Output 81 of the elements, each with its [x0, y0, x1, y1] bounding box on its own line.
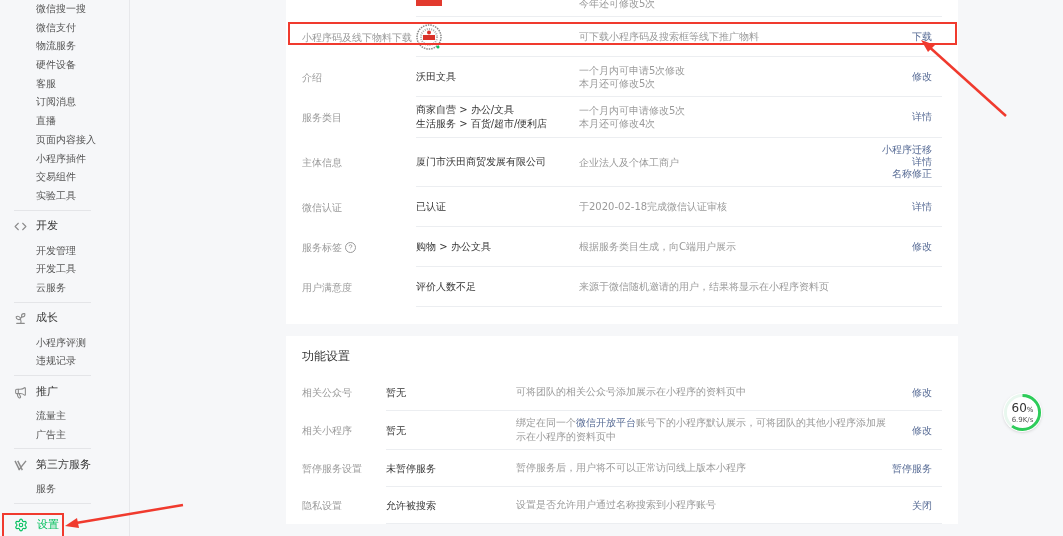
action-link[interactable]: 详情 — [912, 200, 932, 213]
sidebar-item[interactable]: 订阅消息 — [36, 93, 76, 113]
sidebar-item[interactable]: 开发管理 — [36, 241, 76, 261]
field-label: 主体信息 — [302, 156, 342, 170]
action-link[interactable]: 下载 — [912, 30, 932, 43]
field-value: 购物 > 办公文具 — [416, 239, 492, 254]
field-value: 生活服务 > 百货/超市/便利店 — [416, 117, 549, 131]
field-description: 本月还可修改4次 — [579, 117, 657, 130]
field-value: 暂无 — [386, 385, 407, 400]
sidebar-item[interactable]: 交易组件 — [36, 168, 76, 187]
section-title: 开发 — [36, 218, 58, 235]
field-label: 微信认证 — [302, 200, 342, 215]
qr-code-icon — [416, 23, 442, 50]
section-title: 成长 — [36, 310, 58, 327]
sidebar-section[interactable]: 第三方服务 — [14, 454, 91, 477]
field-description: 企业法人及个体工商户 — [579, 155, 680, 169]
field-label: 服务标签 — [302, 240, 342, 255]
sidebar-item[interactable]: 流量主 — [36, 407, 66, 426]
field-label: 隐私设置 — [302, 499, 343, 513]
field-label: 介绍 — [302, 70, 322, 85]
sidebar-item[interactable]: 直播 — [36, 112, 56, 131]
field-label: 相关公众号 — [302, 386, 353, 400]
field-description: 可将团队的相关公众号添加展示在小程序的资料页中 — [516, 385, 747, 399]
action-link[interactable]: 修改 — [912, 70, 932, 83]
field-label: 小程序码及线下物料下载 — [302, 30, 412, 45]
megaphone-icon — [14, 385, 27, 399]
field-value: 沃田文具 — [416, 69, 457, 84]
sidebar-section[interactable]: 开发 — [14, 215, 91, 238]
sidebar-item[interactable]: 客服 — [36, 74, 56, 94]
sidebar-item[interactable]: 实验工具 — [36, 186, 76, 206]
crossed-lines-icon — [14, 459, 27, 471]
field-value: 商家自营 > 办公/文具 — [416, 103, 516, 117]
sidebar-item[interactable]: 小程序评测 — [36, 333, 86, 353]
card-title: 功能设置 — [302, 348, 351, 365]
logo-image — [416, 0, 442, 6]
sidebar-item[interactable]: 微信搜一搜 — [36, 0, 86, 19]
sidebar-section[interactable]: 推广 — [14, 381, 91, 403]
field-description: 可下载小程序码及搜索框等线下推广物料 — [579, 30, 760, 43]
sidebar-item[interactable]: 小程序插件 — [36, 149, 86, 169]
sidebar-item[interactable]: 违规记录 — [36, 352, 76, 371]
highlight-frame — [2, 513, 64, 536]
sidebar-item[interactable]: 硬件设备 — [36, 56, 76, 75]
settings-icon — [14, 518, 28, 533]
sidebar-item[interactable]: 微信支付 — [36, 18, 76, 38]
section-title: 第三方服务 — [36, 457, 91, 474]
sidebar-item[interactable]: 云服务 — [36, 278, 66, 298]
field-description: 暂停服务后，用户将不可以正常访问线上版本小程序 — [516, 461, 747, 475]
sidebar-item[interactable]: 广告主 — [36, 425, 66, 445]
field-value: 已认证 — [416, 199, 447, 214]
action-link[interactable]: 详情 — [912, 156, 932, 168]
field-value: 评价人数不足 — [416, 279, 477, 294]
field-description: 设置是否允许用户通过名称搜索到小程序账号 — [516, 498, 717, 512]
field-description: 根据服务类目生成，向C端用户展示 — [579, 240, 737, 253]
sidebar-item[interactable]: 页面内容接入 — [36, 130, 96, 150]
field-description: 来源于微信随机邀请的用户，结果将显示在小程序资料页 — [579, 280, 830, 293]
sidebar-item[interactable]: 物流服务 — [36, 37, 76, 57]
action-link[interactable]: 详情 — [912, 111, 932, 123]
action-link[interactable]: 小程序迁移 — [882, 144, 932, 156]
sidebar-item[interactable]: 服务 — [36, 480, 56, 500]
field-value: 允许被搜索 — [386, 498, 437, 513]
sidebar-item[interactable]: 开发工具 — [36, 260, 76, 279]
section-title: 设置 — [37, 516, 59, 533]
field-label: 相关小程序 — [302, 424, 353, 438]
action-link[interactable]: 名称修正 — [892, 168, 932, 180]
field-label: 服务类目 — [302, 111, 342, 125]
sidebar-section[interactable]: 成长 — [14, 307, 91, 330]
action-link[interactable]: 修改 — [912, 240, 932, 253]
field-label: 用户满意度 — [302, 280, 352, 295]
action-link[interactable]: 修改 — [912, 422, 932, 438]
action-link[interactable]: 修改 — [912, 384, 932, 400]
section-title: 推广 — [36, 383, 58, 400]
platform-link[interactable]: 微信开放平台 — [576, 417, 636, 428]
field-value: 暂无 — [386, 423, 407, 438]
sprout-icon — [14, 312, 27, 326]
field-value: 厦门市沃田商贸发展有限公司 — [416, 155, 547, 169]
field-description: 本月还可修改5次 — [579, 76, 657, 90]
action-link[interactable]: 关闭 — [912, 497, 932, 513]
field-label: 暂停服务设置 — [302, 462, 363, 476]
field-description: 于2020-02-18完成微信认证审核 — [579, 200, 729, 213]
action-link[interactable]: 暂停服务 — [892, 460, 932, 476]
field-value: 未暂停服务 — [386, 461, 437, 476]
